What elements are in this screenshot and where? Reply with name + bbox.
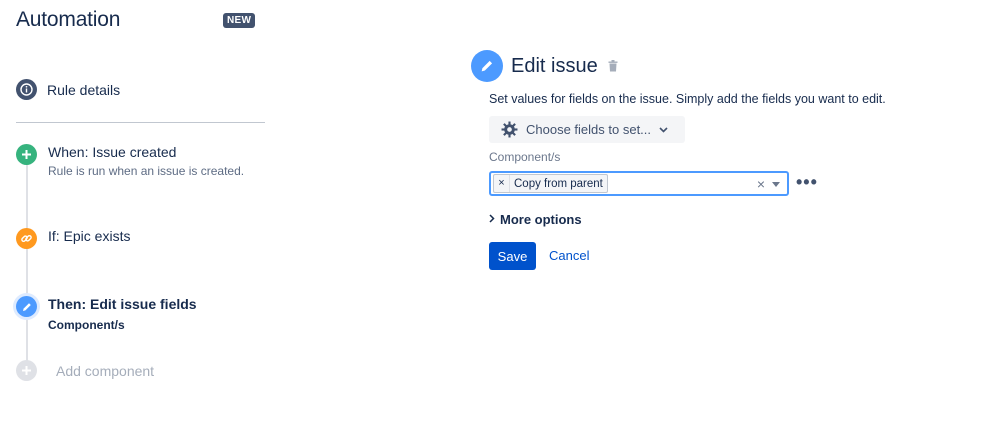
step-trigger[interactable]: When: Issue created Rule is run when an … <box>16 144 244 178</box>
chevron-down-icon <box>659 126 668 133</box>
component-field-label: Component/s <box>489 150 561 164</box>
step-action[interactable]: Then: Edit issue fields Component/s <box>16 296 197 332</box>
step-subtitle: Component/s <box>48 318 125 332</box>
step-subtitle: Rule is run when an issue is created. <box>48 164 245 178</box>
plus-icon <box>16 360 37 381</box>
step-condition[interactable]: If: Epic exists <box>16 228 130 249</box>
add-component-label: Add component <box>56 362 155 379</box>
sidebar-divider <box>16 122 265 123</box>
choose-fields-button[interactable]: Choose fields to set... <box>489 116 685 143</box>
editor-header: Edit issue <box>471 50 618 82</box>
selected-tag: × Copy from parent <box>493 174 608 193</box>
rule-details-label: Rule details <box>47 81 121 98</box>
component-select[interactable]: × Copy from parent × <box>489 171 789 196</box>
clear-icon[interactable]: × <box>757 176 765 192</box>
step-title: If: Epic exists <box>48 228 131 244</box>
tag-label: Copy from parent <box>514 177 603 190</box>
cancel-button[interactable]: Cancel <box>549 248 589 263</box>
app-title: Automation <box>16 8 121 31</box>
step-title: When: Issue created <box>48 144 177 160</box>
rule-details-item[interactable]: Rule details <box>16 79 120 100</box>
pencil-icon <box>471 50 503 82</box>
chevron-right-icon <box>489 213 495 226</box>
timeline-connector <box>26 155 28 370</box>
more-options-label: More options <box>500 212 582 227</box>
info-icon <box>16 79 37 100</box>
link-icon <box>16 228 37 249</box>
more-options-toggle[interactable]: More options <box>489 212 582 227</box>
new-badge: NEW <box>223 13 256 28</box>
dropdown-arrow-icon[interactable] <box>772 182 780 187</box>
pencil-icon <box>16 296 37 317</box>
plus-icon <box>16 144 37 165</box>
trash-icon[interactable] <box>608 60 618 72</box>
save-button[interactable]: Save <box>489 242 536 270</box>
add-component-button[interactable]: Add component <box>16 360 154 381</box>
tag-remove-button[interactable]: × <box>494 175 510 192</box>
editor-title: Edit issue <box>511 54 598 77</box>
choose-fields-label: Choose fields to set... <box>526 122 652 137</box>
gear-icon <box>501 121 518 138</box>
step-title: Then: Edit issue fields <box>48 296 197 312</box>
editor-description: Set values for fields on the issue. Simp… <box>489 92 886 106</box>
more-actions-icon[interactable]: ••• <box>796 173 818 191</box>
